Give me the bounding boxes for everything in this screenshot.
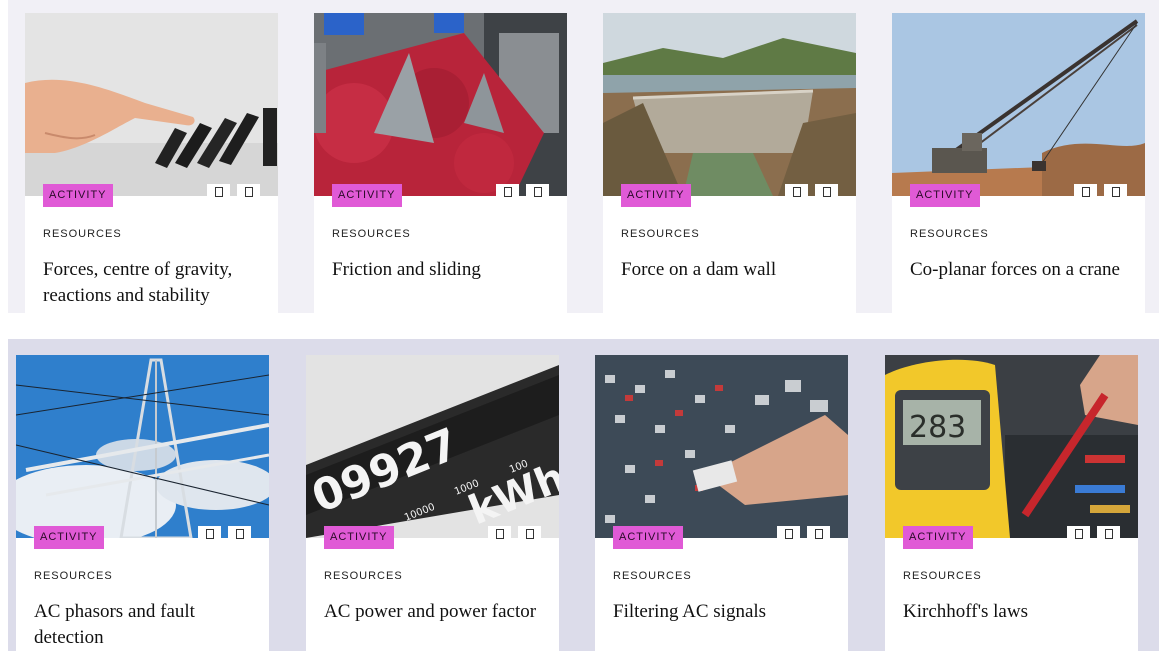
share-icon[interactable] [1097,526,1120,541]
category-label: RESOURCES [43,228,122,240]
share-icon[interactable] [807,526,830,541]
card-image-red-pellets-conveyor[interactable] [314,13,567,196]
card-title[interactable]: Forces, centre of gravity, reactions and… [43,257,268,309]
bookmark-icon[interactable] [785,184,808,199]
bookmark-icon[interactable] [198,526,221,541]
resource-card[interactable]: ACTIVITY RESOURCES Filtering AC signals [595,355,848,651]
resource-card[interactable]: ACTIVITY RESOURCES Force on a dam wall [603,13,856,313]
share-icon[interactable] [237,184,260,199]
bookmark-icon[interactable] [1067,526,1090,541]
card-title[interactable]: AC phasors and fault detection [34,599,259,651]
bookmark-icon[interactable] [1074,184,1097,199]
activity-badge: ACTIVITY [613,526,683,549]
resource-card[interactable]: 09927 kWh 10000 1000 100 ACTIVITY RESOUR… [306,355,559,651]
category-label: RESOURCES [621,228,700,240]
share-icon[interactable] [815,184,838,199]
category-label: RESOURCES [34,570,113,582]
card-title[interactable]: Force on a dam wall [621,257,846,283]
bookmark-icon[interactable] [496,184,519,199]
resource-card[interactable]: ACTIVITY RESOURCES Friction and sliding [314,13,567,313]
resource-card[interactable]: ACTIVITY RESOURCES AC phasors and fault … [16,355,269,651]
share-icon[interactable] [526,184,549,199]
category-label: RESOURCES [324,570,403,582]
activity-badge: ACTIVITY [324,526,394,549]
resource-card[interactable]: ACTIVITY RESOURCES Forces, centre of gra… [25,13,278,313]
activity-badge: ACTIVITY [34,526,104,549]
card-image-kwh-meter[interactable]: 09927 kWh 10000 1000 100 [306,355,559,538]
multimeter-reading: 283 [909,410,966,445]
category-label: RESOURCES [613,570,692,582]
activity-badge: ACTIVITY [43,184,113,207]
activity-badge: ACTIVITY [910,184,980,207]
card-image-hand-dominoes[interactable] [25,13,278,196]
share-icon[interactable] [1104,184,1127,199]
category-label: RESOURCES [332,228,411,240]
activity-badge: ACTIVITY [621,184,691,207]
card-title[interactable]: Kirchhoff's laws [903,599,1128,625]
category-label: RESOURCES [910,228,989,240]
card-title[interactable]: Co-planar forces on a crane [910,257,1135,283]
card-image-dragline-crane[interactable] [892,13,1145,196]
category-label: RESOURCES [903,570,982,582]
card-title[interactable]: Filtering AC signals [613,599,838,625]
card-title[interactable]: Friction and sliding [332,257,557,283]
bookmark-icon[interactable] [488,526,511,541]
activity-badge: ACTIVITY [903,526,973,549]
share-icon[interactable] [518,526,541,541]
card-image-multimeter[interactable]: 283 [885,355,1138,538]
card-image-power-pylon[interactable] [16,355,269,538]
card-image-mixing-desk[interactable] [595,355,848,538]
bookmark-icon[interactable] [207,184,230,199]
resource-card[interactable]: ACTIVITY RESOURCES Co-planar forces on a… [892,13,1145,313]
bookmark-icon[interactable] [777,526,800,541]
card-title[interactable]: AC power and power factor [324,599,549,625]
activity-badge: ACTIVITY [332,184,402,207]
card-image-dam-wall[interactable] [603,13,856,196]
resource-card[interactable]: 283 ACTIVITY RESOURCES Kirchhoff's laws [885,355,1138,651]
share-icon[interactable] [228,526,251,541]
